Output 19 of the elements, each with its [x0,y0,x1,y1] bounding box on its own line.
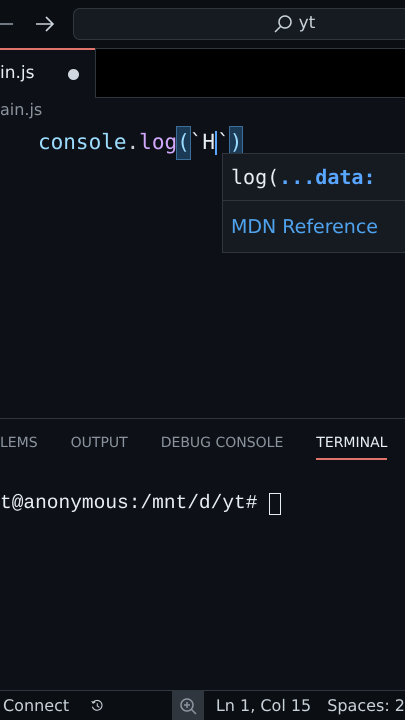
command-search-field[interactable]: yt [73,8,405,40]
terminal-prompt: t@anonymous:/mnt/d/yt# [0,491,258,516]
indentation-item[interactable]: Spaces: 2 [327,694,405,718]
connect-status-item[interactable]: Connect [3,694,70,718]
zoom-in-button[interactable] [172,691,204,720]
panel-tab[interactable]: TERMINAL [316,428,388,460]
function-signature: log(...data: [223,154,405,201]
panel-tab[interactable]: LEMS [0,428,38,460]
zoom-in-icon [178,696,197,714]
panel-tab[interactable]: DEBUG CONSOLE [160,428,284,460]
mdn-reference-link[interactable]: MDN Reference [223,201,386,252]
search-text: yt [298,12,316,36]
forward-arrow-icon[interactable] [35,15,55,33]
breadcrumb[interactable]: ain.js [0,100,42,119]
search-icon [272,14,293,34]
panel-tab[interactable]: OUTPUT [70,428,128,460]
text-cursor [215,131,218,155]
terminal-cursor [269,492,282,515]
cursor-position-item[interactable]: Ln 1, Col 15 [216,694,312,718]
